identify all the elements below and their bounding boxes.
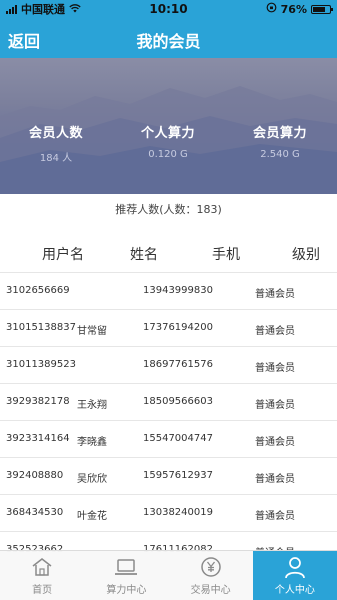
cell-level: 普通会员 <box>255 289 295 300</box>
tab-bar: 首页 算力中心 交易中心 个人中心 <box>0 550 337 600</box>
member-list: 3102656669 13943999830 普通会员 31015138837 … <box>0 272 337 568</box>
cell-phone: 13038240019 <box>143 507 213 518</box>
stat-value: 2.540 G <box>260 149 300 160</box>
table-row[interactable]: 3923314164 李晓鑫 15547004747 普通会员 <box>0 420 337 457</box>
cell-username: 31015138837 <box>6 322 76 333</box>
table-row[interactable]: 31011389523 18697761576 普通会员 <box>0 346 337 383</box>
tab-compute-center[interactable]: 算力中心 <box>84 551 168 600</box>
referral-count: 推荐人数(人数：183) <box>115 203 222 216</box>
stat-member-count: 会员人数 184 人 <box>0 122 112 164</box>
cell-name: 吴欣欣 <box>77 474 107 485</box>
cell-name: 王永翔 <box>77 400 107 411</box>
cell-name: 李晓鑫 <box>77 437 107 448</box>
stat-member-power: 会员算力 2.540 G <box>224 122 336 160</box>
cell-name: 甘常留 <box>77 326 107 337</box>
table-header: 用户名 姓名 手机 级别 <box>0 244 337 264</box>
tab-personal-center[interactable]: 个人中心 <box>252 551 337 600</box>
column-header-phone: 手机 <box>212 247 240 263</box>
cell-phone: 15547004747 <box>143 433 213 444</box>
tab-label: 算力中心 <box>106 585 147 596</box>
stat-label: 会员人数 <box>28 126 83 141</box>
cell-level: 普通会员 <box>255 400 295 411</box>
stat-value: 0.120 G <box>148 149 188 160</box>
cell-level: 普通会员 <box>255 326 295 337</box>
cell-username: 3923314164 <box>6 433 70 444</box>
cell-level: 普通会员 <box>255 474 295 485</box>
cell-level: 普通会员 <box>255 437 295 448</box>
tab-trade-center[interactable]: 交易中心 <box>169 551 253 600</box>
nav-bar: 返回 我的会员 <box>0 18 337 58</box>
yen-icon <box>198 555 224 579</box>
table-row[interactable]: 368434530 叶金花 13038240019 普通会员 <box>0 494 337 531</box>
clock: 10:10 <box>149 2 188 16</box>
cell-phone: 18509566603 <box>143 396 213 407</box>
column-header-name: 姓名 <box>130 247 158 263</box>
table-row[interactable]: 31015138837 甘常留 17376194200 普通会员 <box>0 309 337 346</box>
table-row[interactable]: 3929382178 王永翔 18509566603 普通会员 <box>0 383 337 420</box>
home-icon <box>29 555 55 579</box>
tab-label: 首页 <box>32 585 53 596</box>
person-icon <box>282 555 308 579</box>
column-header-level: 级别 <box>292 247 320 263</box>
stat-value: 184 人 <box>39 153 73 164</box>
laptop-icon <box>113 555 139 579</box>
cell-level: 普通会员 <box>255 363 295 374</box>
column-header-username: 用户名 <box>42 247 84 263</box>
back-button[interactable]: 返回 <box>8 28 40 52</box>
cell-username: 3102656669 <box>6 285 70 296</box>
cell-phone: 13943999830 <box>143 285 213 296</box>
cell-username: 3929382178 <box>6 396 70 407</box>
cell-phone: 18697761576 <box>143 359 213 370</box>
table-row[interactable]: 3102656669 13943999830 普通会员 <box>0 272 337 309</box>
cell-phone: 15957612937 <box>143 470 213 481</box>
cell-username: 31011389523 <box>6 359 76 370</box>
cell-level: 普通会员 <box>255 511 295 522</box>
status-bar: 中国联通 10:10 76% <box>0 0 337 18</box>
cell-name: 叶金花 <box>77 511 107 522</box>
battery-icon <box>311 4 333 14</box>
stat-label: 会员算力 <box>252 126 307 141</box>
table-row[interactable]: 392408880 吴欣欣 15957612937 普通会员 <box>0 457 337 494</box>
tab-label: 个人中心 <box>274 585 315 596</box>
tab-label: 交易中心 <box>190 585 231 596</box>
stat-label: 个人算力 <box>140 126 195 141</box>
page-title: 我的会员 <box>136 32 201 51</box>
cell-username: 392408880 <box>6 470 64 481</box>
stats-banner: 会员人数 184 人 个人算力 0.120 G 会员算力 2.540 G <box>0 58 337 194</box>
tab-home[interactable]: 首页 <box>0 551 84 600</box>
cell-username: 368434530 <box>6 507 64 518</box>
stat-personal-power: 个人算力 0.120 G <box>112 122 224 160</box>
cell-phone: 17376194200 <box>143 322 213 333</box>
